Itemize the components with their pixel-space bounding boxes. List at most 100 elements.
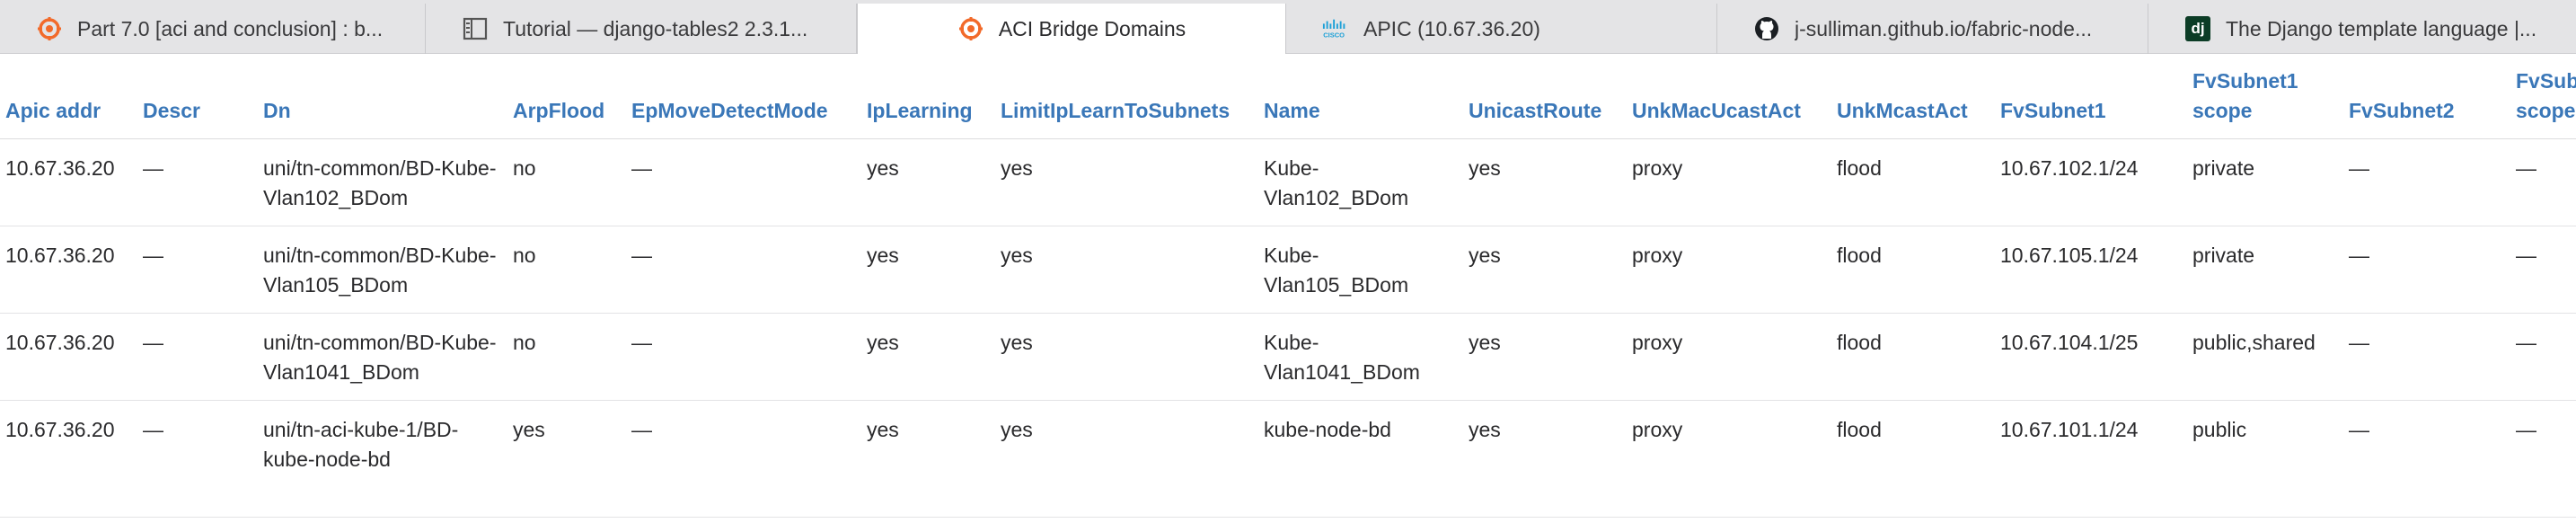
column-header-fv-subnet1[interactable]: FvSubnet1	[1995, 54, 2187, 139]
cell-dn: uni/tn-common/BD-Kube-Vlan102_BDom	[258, 138, 507, 226]
cell-unk-mcast-act: flood	[1831, 138, 1995, 226]
tab-title: Tutorial — django-tables2 2.3.1...	[503, 16, 808, 40]
cell-fv-subnet1: 10.67.104.1/25	[1995, 313, 2187, 401]
tab-title: j-sulliman.github.io/fabric-node...	[1795, 16, 2093, 40]
tab-github-fabric-node[interactable]: j-sulliman.github.io/fabric-node...	[1717, 4, 2148, 54]
tab-title: APIC (10.67.36.20)	[1363, 16, 1540, 40]
cell-fv-subnet1: 10.67.105.1/24	[1995, 226, 2187, 314]
table-row: 10.67.36.20 — uni/tn-aci-kube-1/BD-kube-…	[0, 400, 2576, 518]
cell-apic-addr: 10.67.36.20	[0, 313, 137, 401]
cell-limit-ip-learn-to-subnets: yes	[995, 313, 1258, 401]
tab-title: Part 7.0 [aci and conclusion] : b...	[77, 16, 384, 40]
cell-unk-mac-ucast-act: proxy	[1627, 313, 1831, 401]
cell-unk-mcast-act: flood	[1831, 226, 1995, 314]
cell-apic-addr: 10.67.36.20	[0, 138, 137, 226]
column-header-unicast-route[interactable]: UnicastRoute	[1463, 54, 1627, 139]
cell-fv-subnet2: —	[2343, 313, 2510, 401]
table-row: 10.67.36.20 — uni/tn-common/BD-Kube-Vlan…	[0, 138, 2576, 226]
cell-ep-move-detect-mode: —	[626, 138, 861, 226]
grafana-icon	[36, 15, 63, 42]
cell-apic-addr: 10.67.36.20	[0, 400, 137, 518]
tab-apic[interactable]: CISCO APIC (10.67.36.20)	[1286, 4, 1717, 54]
cell-limit-ip-learn-to-subnets: yes	[995, 400, 1258, 518]
cell-arp-flood: yes	[507, 400, 626, 518]
cell-name: kube-node-bd	[1258, 400, 1463, 518]
column-header-name[interactable]: Name	[1258, 54, 1463, 139]
tab-django-template-language[interactable]: dj The Django template language |...	[2148, 4, 2576, 54]
cell-limit-ip-learn-to-subnets: yes	[995, 138, 1258, 226]
cell-fv-subnet1: 10.67.101.1/24	[1995, 400, 2187, 518]
column-header-apic-addr[interactable]: Apic addr	[0, 54, 137, 139]
cell-fv-subnet1: 10.67.102.1/24	[1995, 138, 2187, 226]
cell-name: Kube-Vlan105_BDom	[1258, 226, 1463, 314]
page-content: Apic addr Descr Dn ArpFlood EpMoveDetect…	[0, 54, 2576, 523]
cell-dn: uni/tn-common/BD-Kube-Vlan1041_BDom	[258, 313, 507, 401]
cell-arp-flood: no	[507, 313, 626, 401]
cell-fv-subnet2-scope: —	[2510, 226, 2576, 314]
cell-descr: —	[137, 226, 258, 314]
column-header-fv-subnet2-scope[interactable]: FvSubnet2 scope	[2510, 54, 2576, 139]
tab-title: The Django template language |...	[2226, 16, 2537, 40]
cell-fv-subnet1-scope: private	[2187, 138, 2343, 226]
github-icon	[1753, 15, 1780, 42]
cell-fv-subnet1-scope: public,shared	[2187, 313, 2343, 401]
column-header-arp-flood[interactable]: ArpFlood	[507, 54, 626, 139]
cell-descr: —	[137, 400, 258, 518]
cell-unicast-route: yes	[1463, 313, 1627, 401]
django-icon: dj	[2184, 15, 2211, 42]
cell-dn: uni/tn-common/BD-Kube-Vlan105_BDom	[258, 226, 507, 314]
cell-unk-mac-ucast-act: proxy	[1627, 400, 1831, 518]
cell-unicast-route: yes	[1463, 138, 1627, 226]
grafana-icon	[957, 15, 984, 42]
cell-name: Kube-Vlan1041_BDom	[1258, 313, 1463, 401]
cell-unicast-route: yes	[1463, 226, 1627, 314]
cell-unk-mcast-act: flood	[1831, 313, 1995, 401]
cell-ip-learning: yes	[861, 226, 995, 314]
cell-name: Kube-Vlan102_BDom	[1258, 138, 1463, 226]
column-header-descr[interactable]: Descr	[137, 54, 258, 139]
column-header-fv-subnet1-scope[interactable]: FvSubnet1 scope	[2187, 54, 2343, 139]
column-header-limit-ip-learn-to-subnets[interactable]: LimitIpLearnToSubnets	[995, 54, 1258, 139]
tab-title: ACI Bridge Domains	[998, 16, 1187, 40]
tab-django-tables2-tutorial[interactable]: Tutorial — django-tables2 2.3.1...	[426, 4, 857, 54]
tab-aci-bridge-domains[interactable]: ACI Bridge Domains	[857, 4, 1286, 54]
browser-tab-bar: Part 7.0 [aci and conclusion] : b... Tut…	[0, 0, 2576, 54]
cell-ep-move-detect-mode: —	[626, 226, 861, 314]
column-header-unk-mcast-act[interactable]: UnkMcastAct	[1831, 54, 1995, 139]
svg-text:CISCO: CISCO	[1323, 31, 1345, 39]
table-header-row: Apic addr Descr Dn ArpFlood EpMoveDetect…	[0, 54, 2576, 139]
cisco-icon: CISCO	[1322, 15, 1349, 42]
cell-apic-addr: 10.67.36.20	[0, 226, 137, 314]
cell-ip-learning: yes	[861, 400, 995, 518]
book-icon	[462, 15, 489, 42]
column-header-fv-subnet2[interactable]: FvSubnet2	[2343, 54, 2510, 139]
cell-arp-flood: no	[507, 138, 626, 226]
cell-fv-subnet2: —	[2343, 400, 2510, 518]
column-header-ep-move-detect-mode[interactable]: EpMoveDetectMode	[626, 54, 861, 139]
column-header-unk-mac-ucast-act[interactable]: UnkMacUcastAct	[1627, 54, 1831, 139]
cell-ep-move-detect-mode: —	[626, 313, 861, 401]
cell-ep-move-detect-mode: —	[626, 400, 861, 518]
column-header-ip-learning[interactable]: IpLearning	[861, 54, 995, 139]
cell-limit-ip-learn-to-subnets: yes	[995, 226, 1258, 314]
table-row: 10.67.36.20 — uni/tn-common/BD-Kube-Vlan…	[0, 313, 2576, 401]
cell-descr: —	[137, 313, 258, 401]
cell-fv-subnet2-scope: —	[2510, 138, 2576, 226]
cell-fv-subnet1-scope: private	[2187, 226, 2343, 314]
bridge-domains-table: Apic addr Descr Dn ArpFlood EpMoveDetect…	[0, 54, 2576, 518]
cell-ip-learning: yes	[861, 138, 995, 226]
table-row: 10.67.36.20 — uni/tn-common/BD-Kube-Vlan…	[0, 226, 2576, 314]
column-header-dn[interactable]: Dn	[258, 54, 507, 139]
cell-fv-subnet2-scope: —	[2510, 400, 2576, 518]
tab-grafana-part7[interactable]: Part 7.0 [aci and conclusion] : b...	[0, 4, 426, 54]
cell-dn: uni/tn-aci-kube-1/BD-kube-node-bd	[258, 400, 507, 518]
cell-unicast-route: yes	[1463, 400, 1627, 518]
cell-fv-subnet1-scope: public	[2187, 400, 2343, 518]
cell-fv-subnet2: —	[2343, 226, 2510, 314]
cell-descr: —	[137, 138, 258, 226]
cell-unk-mcast-act: flood	[1831, 400, 1995, 518]
cell-unk-mac-ucast-act: proxy	[1627, 138, 1831, 226]
cell-fv-subnet2-scope: —	[2510, 313, 2576, 401]
cell-unk-mac-ucast-act: proxy	[1627, 226, 1831, 314]
cell-ip-learning: yes	[861, 313, 995, 401]
